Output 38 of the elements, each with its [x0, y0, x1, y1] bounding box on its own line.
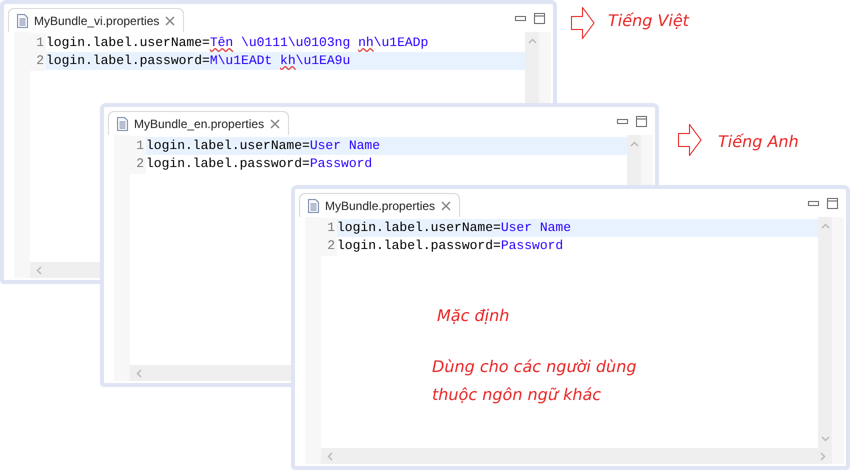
editor-tab[interactable]: MyBundle_vi.properties [8, 8, 184, 32]
chevron-up-icon[interactable] [820, 223, 830, 229]
document-icon [308, 198, 319, 212]
chevron-left-icon[interactable] [327, 452, 333, 460]
close-icon[interactable] [165, 16, 176, 26]
document-icon [17, 14, 28, 28]
close-icon[interactable] [441, 200, 452, 210]
chevron-left-icon[interactable] [136, 368, 142, 378]
minimize-icon[interactable] [617, 119, 628, 124]
editor-tab[interactable]: MyBundle_en.properties [108, 111, 290, 135]
document-icon [117, 116, 128, 130]
annotation-text: Tiếng Anh [718, 131, 799, 153]
chevron-up-icon[interactable] [630, 141, 638, 147]
maximize-icon[interactable] [636, 116, 647, 127]
editor-tab[interactable]: MyBundle.properties [299, 193, 460, 217]
line-number: 1 [30, 33, 46, 53]
chevron-left-icon[interactable] [36, 266, 42, 274]
maximize-icon[interactable] [534, 13, 545, 24]
arrow-icon [678, 124, 702, 156]
line-number: 1 [321, 218, 337, 238]
chevron-up-icon[interactable] [528, 38, 536, 44]
minimize-icon[interactable] [808, 201, 819, 206]
maximize-icon[interactable] [827, 198, 838, 209]
line-number: 1 [130, 136, 146, 156]
minimize-icon[interactable] [515, 16, 526, 21]
vertical-scrollbar[interactable] [818, 217, 832, 448]
line-number: 2 [30, 51, 46, 71]
annotation-text: Tiếng Việt [608, 10, 689, 32]
horizontal-scrollbar[interactable] [321, 448, 832, 464]
line-number: 2 [321, 236, 337, 256]
annotation-text: Dùng cho các người dùng [432, 356, 636, 378]
line-number: 2 [130, 154, 146, 174]
arrow-icon [571, 7, 595, 39]
chevron-down-icon[interactable] [820, 436, 830, 442]
annotation-text: Mặc định [437, 305, 510, 327]
close-icon[interactable] [270, 118, 280, 128]
chevron-right-icon[interactable] [820, 452, 826, 460]
annotation-text: thuộc ngôn ngữ khác [432, 384, 602, 406]
